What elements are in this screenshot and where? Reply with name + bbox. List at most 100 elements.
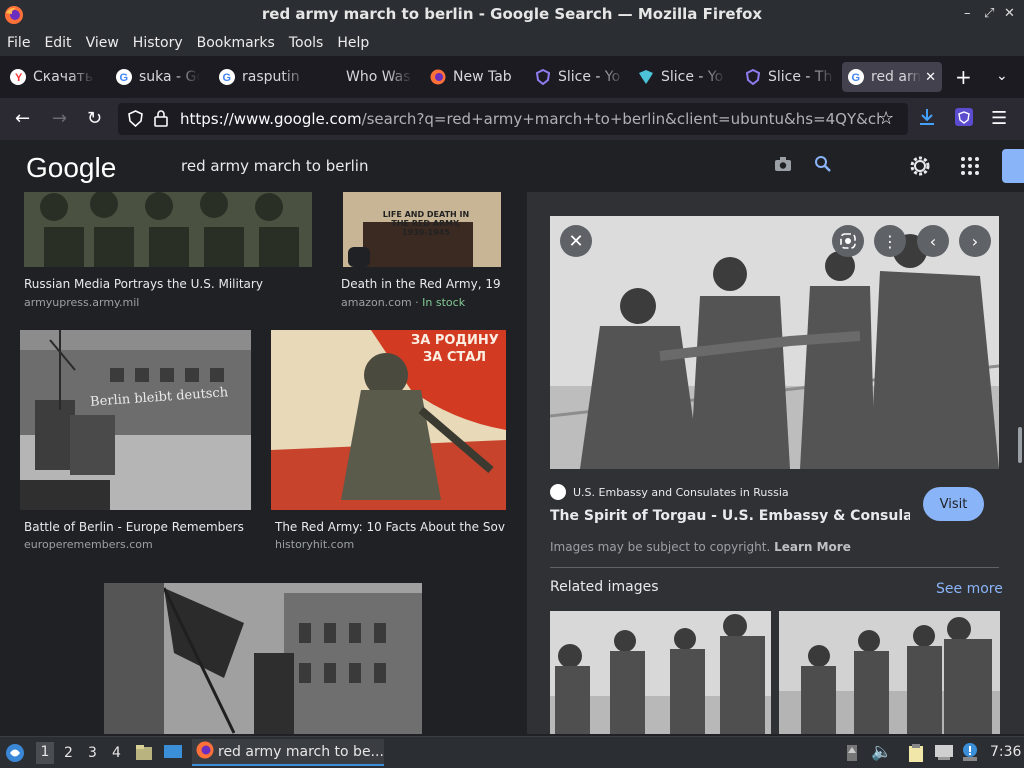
apps-grid-icon[interactable] [960, 156, 980, 180]
tab-rasputin[interactable]: G rasputin [219, 62, 309, 92]
learn-more-link[interactable]: Learn More [774, 540, 851, 554]
bookmark-star-icon[interactable]: ☆ [878, 108, 894, 129]
related-image[interactable] [779, 611, 1000, 734]
menu-file[interactable]: File [7, 35, 30, 51]
back-icon[interactable]: ← [15, 108, 30, 129]
taskbar: 1 2 3 4 red army march to be... 🔈 7:36 [0, 736, 1024, 768]
menu-history[interactable]: History [133, 35, 183, 51]
sign-in-button[interactable] [1002, 149, 1024, 183]
tab-suka[interactable]: G suka - Go [116, 62, 200, 92]
result-caption[interactable]: Russian Media Portrays the U.S. Military [24, 277, 312, 291]
firefox-icon [430, 69, 446, 85]
navigation-bar: ← → ↻ https://www.google.com/search?q=re… [0, 98, 1024, 140]
clipboard-icon[interactable] [907, 743, 925, 767]
maximize-icon[interactable]: ⤢ [984, 6, 994, 21]
close-tab-icon[interactable]: ✕ [925, 70, 936, 85]
tab-slice-3[interactable]: Slice - Th [745, 62, 835, 92]
tab-new-tab[interactable]: New Tab [430, 62, 520, 92]
workspace-3[interactable]: 3 [88, 745, 97, 761]
workspace-2[interactable]: 2 [64, 745, 73, 761]
result-image-book-cover[interactable]: LIFE AND DEATH IN THE RED ARMY, 1939-194… [343, 192, 501, 267]
result-source: armyupress.army.mil [24, 296, 140, 309]
more-options-icon[interactable]: ⋮ [874, 225, 906, 257]
lock-icon[interactable] [154, 109, 168, 131]
panel-scrollbar[interactable] [1018, 427, 1022, 463]
close-preview-icon[interactable]: ✕ [560, 225, 592, 257]
previous-image-icon[interactable]: ‹ [917, 225, 949, 257]
tab-who-was[interactable]: Who Was [323, 62, 413, 92]
window-title: red army march to berlin - Google Search… [261, 5, 763, 23]
downloads-icon[interactable] [918, 107, 936, 131]
google-header: Google red army march to berlin [0, 140, 1024, 192]
svg-text:Y: Y [15, 72, 23, 84]
clock[interactable]: 7:36 [990, 744, 1021, 760]
tab-slice-1[interactable]: Slice - Yo [535, 62, 625, 92]
desktop-icon[interactable] [163, 744, 183, 764]
forward-icon[interactable]: → [52, 108, 67, 129]
network-icon[interactable] [934, 744, 954, 764]
result-caption[interactable]: Battle of Berlin - Europe Remembers [24, 520, 254, 534]
shield-tracking-icon[interactable] [128, 110, 143, 131]
tab-bar: Y Скачать G suka - Go G rasputin Who Was… [0, 56, 1024, 98]
extension-shield-icon[interactable] [955, 108, 973, 126]
start-menu-icon[interactable] [5, 743, 25, 767]
google-lens-icon[interactable] [832, 225, 864, 257]
preview-site-name[interactable]: U.S. Embassy and Consulates in Russia [573, 486, 789, 499]
menu-view[interactable]: View [86, 35, 119, 51]
volume-icon[interactable]: 🔈 [871, 742, 892, 762]
settings-gear-icon[interactable] [908, 154, 932, 182]
svg-text:G: G [852, 72, 861, 84]
notification-icon[interactable] [961, 742, 979, 766]
url-text[interactable]: https://www.google.com/search?q=red+army… [180, 110, 880, 128]
google-icon: G [219, 69, 235, 85]
taskbar-window-firefox[interactable]: red army march to be... [192, 739, 384, 766]
minimize-icon[interactable]: – [964, 6, 971, 21]
search-icon[interactable] [814, 155, 832, 177]
result-image-soviet-poster[interactable]: ЗА РОДИНУ ЗА СТАЛ [271, 330, 506, 510]
image-preview-panel: ✕ ⋮ ‹ › U.S. Embassy and Consulates in R… [527, 192, 1024, 734]
camera-icon[interactable] [774, 156, 792, 176]
divider [550, 567, 999, 568]
google-icon: G [116, 69, 132, 85]
next-image-icon[interactable]: › [959, 225, 991, 257]
see-more-link[interactable]: See more [936, 581, 1003, 597]
menu-help[interactable]: Help [337, 35, 369, 51]
preview-title[interactable]: The Spirit of Torgau - U.S. Embassy & Co… [550, 508, 910, 524]
search-input[interactable]: red army march to berlin [181, 157, 368, 175]
result-source: amazon.com · In stock [341, 296, 466, 309]
result-image-berlin-street[interactable]: Berlin bleibt deutsch [20, 330, 251, 510]
copyright-notice: Images may be subject to copyright. Lear… [550, 540, 851, 554]
new-tab-icon[interactable]: + [955, 65, 972, 89]
result-image-soldiers-parade[interactable] [24, 192, 312, 267]
url-bar[interactable]: https://www.google.com/search?q=red+army… [118, 103, 908, 135]
hamburger-menu-icon[interactable]: ☰ [991, 108, 1007, 129]
list-tabs-chevron-icon[interactable]: ⌄ [996, 68, 1008, 84]
result-caption[interactable]: The Red Army: 10 Facts About the Sovi... [275, 520, 505, 534]
menu-bookmarks[interactable]: Bookmarks [197, 35, 275, 51]
visit-button[interactable]: Visit [923, 487, 984, 521]
related-image[interactable] [550, 611, 771, 734]
tab-active-red-army[interactable]: G red arm ✕ [842, 62, 942, 92]
related-images-heading: Related images [550, 579, 659, 595]
reload-icon[interactable]: ↻ [87, 108, 102, 129]
tab-yandex[interactable]: Y Скачать [10, 62, 95, 92]
tab-slice-2[interactable]: Slice - Yo [638, 62, 726, 92]
result-image-reichstag-flag[interactable] [104, 583, 422, 734]
google-logo[interactable]: Google [26, 152, 116, 184]
file-manager-icon[interactable] [135, 743, 153, 765]
shield-icon [535, 69, 551, 85]
yandex-icon: Y [10, 69, 26, 85]
search-box[interactable]: red army march to berlin [160, 144, 850, 188]
window-titlebar: red army march to berlin - Google Search… [0, 0, 1024, 30]
google-icon: G [848, 69, 864, 85]
result-caption[interactable]: Death in the Red Army, 193... [341, 277, 501, 291]
slice-icon [638, 69, 654, 85]
preview-image[interactable]: ✕ ⋮ ‹ › [550, 216, 999, 469]
menu-edit[interactable]: Edit [44, 35, 71, 51]
close-window-icon[interactable]: ✕ [1004, 6, 1015, 21]
menu-tools[interactable]: Tools [289, 35, 324, 51]
workspace-4[interactable]: 4 [112, 745, 121, 761]
workspace-1[interactable]: 1 [36, 742, 54, 764]
tray-updater-icon[interactable] [846, 744, 858, 766]
page-icon [323, 69, 339, 85]
